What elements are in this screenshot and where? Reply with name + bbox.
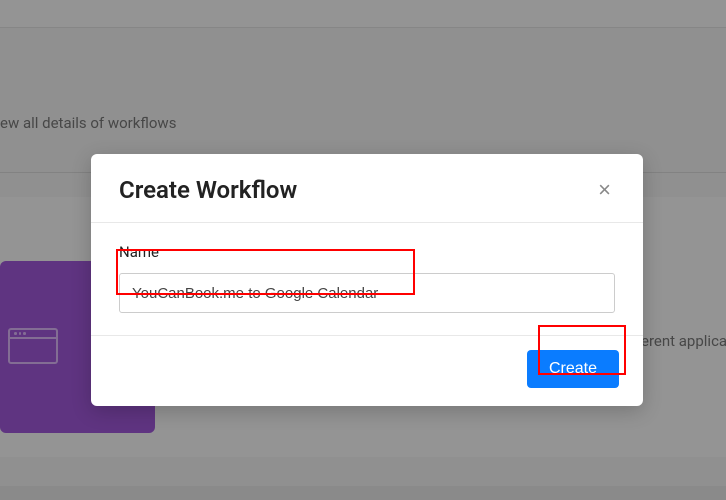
create-workflow-modal: Create Workflow × Name Create xyxy=(91,154,643,406)
modal-header: Create Workflow × xyxy=(91,154,643,223)
create-button[interactable]: Create xyxy=(527,350,619,388)
name-input[interactable] xyxy=(119,273,615,313)
modal-footer: Create xyxy=(91,336,643,406)
name-label: Name xyxy=(119,243,615,261)
modal-title: Create Workflow xyxy=(119,176,297,204)
modal-body: Name xyxy=(91,223,643,336)
close-icon[interactable]: × xyxy=(594,177,615,203)
